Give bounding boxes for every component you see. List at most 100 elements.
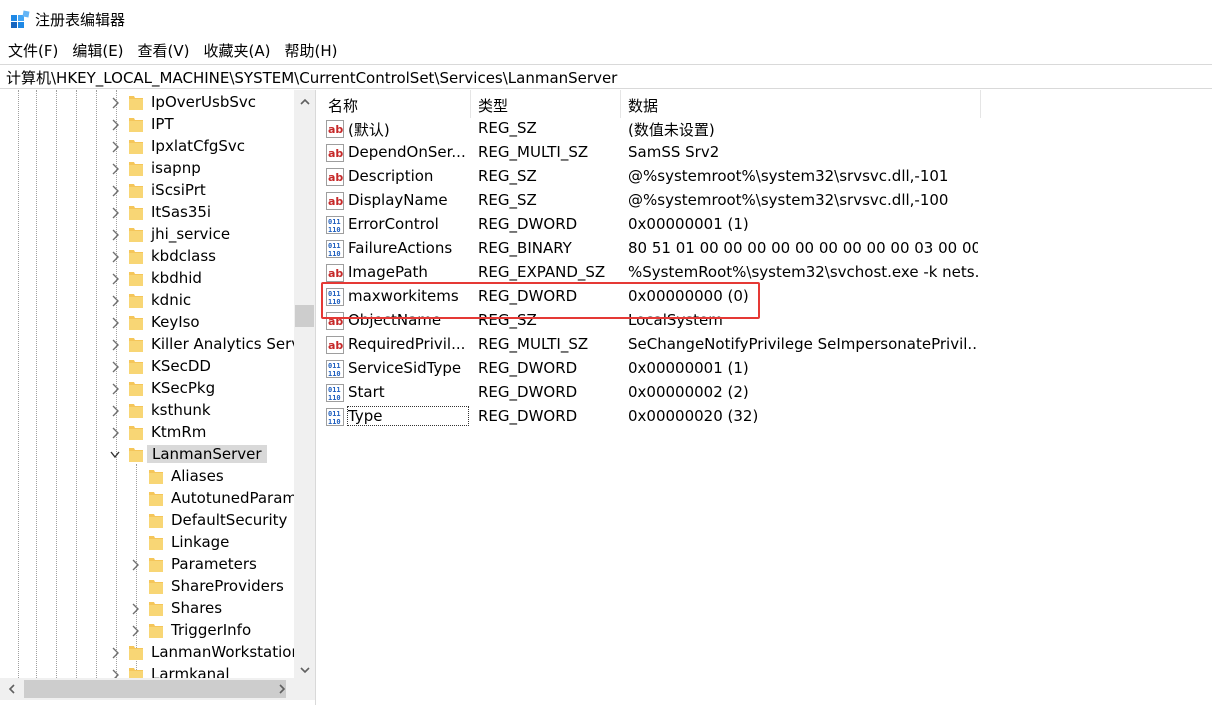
scroll-right-icon[interactable] [272,679,293,699]
chevron-right-icon[interactable] [110,317,120,329]
chevron-right-icon[interactable] [110,273,120,285]
registry-editor-icon [11,10,30,28]
chevron-right-icon[interactable] [110,405,120,417]
menu-help[interactable]: 帮助(H) [277,38,344,64]
tree-item-label: ShareProviders [171,577,284,595]
tree-scroll-thumb[interactable] [295,305,314,327]
tree-item[interactable]: AutotunedParam [0,488,294,510]
table-row[interactable]: ab RequiredPrivil... REG_MULTI_SZ SeChangeN… [320,333,1212,357]
chevron-right-icon[interactable] [110,647,120,659]
tree-vertical-scrollbar[interactable] [294,90,315,678]
column-divider[interactable] [620,90,621,118]
tree-item[interactable]: Shares [0,598,294,620]
chevron-right-icon[interactable] [110,339,120,351]
folder-icon [129,162,143,176]
tree-item[interactable]: IpOverUsbSvc [0,92,294,114]
chevron-right-icon[interactable] [110,295,120,307]
address-bar[interactable]: 计算机\HKEY_LOCAL_MACHINE\SYSTEM\CurrentCon… [0,64,1212,89]
menu-edit[interactable]: 编辑(E) [65,38,130,64]
chevron-right-icon[interactable] [110,361,120,373]
table-row[interactable]: 011 110 ErrorControl REG_DWORD 0x00000001 (1… [320,213,1212,237]
string-value-icon: ab [326,168,344,186]
value-data: 0x00000001 (1) [628,359,749,377]
tree-item[interactable]: ShareProviders [0,576,294,598]
scroll-left-icon[interactable] [1,679,22,699]
tree-item[interactable]: KeyIso [0,312,294,334]
folder-icon [129,668,143,678]
table-row[interactable]: 011 110 ServiceSidType REG_DWORD 0x00000001 … [320,357,1212,381]
value-data: 80 51 01 00 00 00 00 00 00 00 00 00 03 0… [628,239,978,257]
tree-item[interactable]: Killer Analytics Serv [0,334,294,356]
svg-text:011: 011 [328,218,341,226]
scroll-down-icon[interactable] [294,660,315,680]
chevron-right-icon[interactable] [130,603,140,615]
tree-item[interactable]: DefaultSecurity [0,510,294,532]
chevron-right-icon[interactable] [110,383,120,395]
address-path: 计算机\HKEY_LOCAL_MACHINE\SYSTEM\CurrentCon… [6,69,618,87]
table-row[interactable]: 011 110 FailureActions REG_BINARY 80 51 01 0… [320,237,1212,261]
tree-item[interactable]: isapnp [0,158,294,180]
column-divider[interactable] [470,90,471,118]
menu-view[interactable]: 查看(V) [131,38,197,64]
table-row[interactable]: ab Description REG_SZ @%systemroot%\system3… [320,165,1212,189]
tree-item[interactable]: IPT [0,114,294,136]
chevron-right-icon[interactable] [110,207,120,219]
tree-item[interactable]: KSecDD [0,356,294,378]
tree-item[interactable]: IpxlatCfgSvc [0,136,294,158]
folder-icon [129,250,143,264]
tree-item[interactable]: Larmkanal [0,664,294,678]
tree-item[interactable]: jhi_service [0,224,294,246]
chevron-right-icon[interactable] [110,427,120,439]
tree-item[interactable]: ItSas35i [0,202,294,224]
chevron-right-icon[interactable] [110,251,120,263]
chevron-right-icon[interactable] [110,119,120,131]
tree-item[interactable]: Parameters [0,554,294,576]
value-name: (默认) [348,121,390,139]
table-row[interactable]: 011 110 Type REG_DWORD 0x00000020 (32) [320,405,1212,429]
table-row[interactable]: ab DependOnSer... REG_MULTI_SZ SamSS Srv2 [320,141,1212,165]
chevron-right-icon[interactable] [110,141,120,153]
column-header-type[interactable]: 类型 [478,95,508,116]
column-header-data[interactable]: 数据 [628,95,658,116]
folder-icon [129,118,143,132]
tree-item[interactable]: Linkage [0,532,294,554]
folder-icon [129,382,143,396]
tree-item[interactable]: KSecPkg [0,378,294,400]
chevron-right-icon[interactable] [110,97,120,109]
tree-hscroll-thumb[interactable] [24,680,286,698]
tree-item[interactable]: ksthunk [0,400,294,422]
tree-item[interactable]: LanmanWorkstation [0,642,294,664]
table-row[interactable]: ab (默认) REG_SZ (数值未设置) [320,117,1212,141]
folder-icon [149,470,163,484]
chevron-right-icon[interactable] [110,185,120,197]
chevron-right-icon[interactable] [110,163,120,175]
chevron-right-icon[interactable] [110,669,120,678]
tree-item[interactable]: LanmanServer [0,444,294,466]
chevron-right-icon[interactable] [130,625,140,637]
tree-item[interactable]: TriggerInfo [0,620,294,642]
column-header-name[interactable]: 名称 [328,95,358,116]
chevron-down-icon[interactable] [110,449,120,461]
table-row[interactable]: 011 110 Start REG_DWORD 0x00000002 (2) [320,381,1212,405]
tree-horizontal-scrollbar[interactable] [0,678,315,700]
string-value-icon: ab [326,264,344,282]
tree-item[interactable]: iScsiPrt [0,180,294,202]
tree-item[interactable]: kdnic [0,290,294,312]
value-type: REG_SZ [478,119,537,137]
tree-item[interactable]: Aliases [0,466,294,488]
menu-favorites[interactable]: 收藏夹(A) [197,38,278,64]
svg-text:110: 110 [328,250,341,258]
tree-item[interactable]: kbdhid [0,268,294,290]
table-row[interactable]: ab DisplayName REG_SZ @%systemroot%\system3… [320,189,1212,213]
column-divider[interactable] [980,90,981,118]
svg-text:ab: ab [328,339,343,352]
menu-file[interactable]: 文件(F) [0,38,65,64]
tree-item[interactable]: kbdclass [0,246,294,268]
value-name: DependOnSer... [348,143,466,161]
chevron-right-icon[interactable] [130,559,140,571]
binary-value-icon: 011110 [326,240,344,258]
scroll-up-icon[interactable] [294,91,315,111]
folder-icon [149,580,163,594]
tree-item[interactable]: KtmRm [0,422,294,444]
chevron-right-icon[interactable] [110,229,120,241]
